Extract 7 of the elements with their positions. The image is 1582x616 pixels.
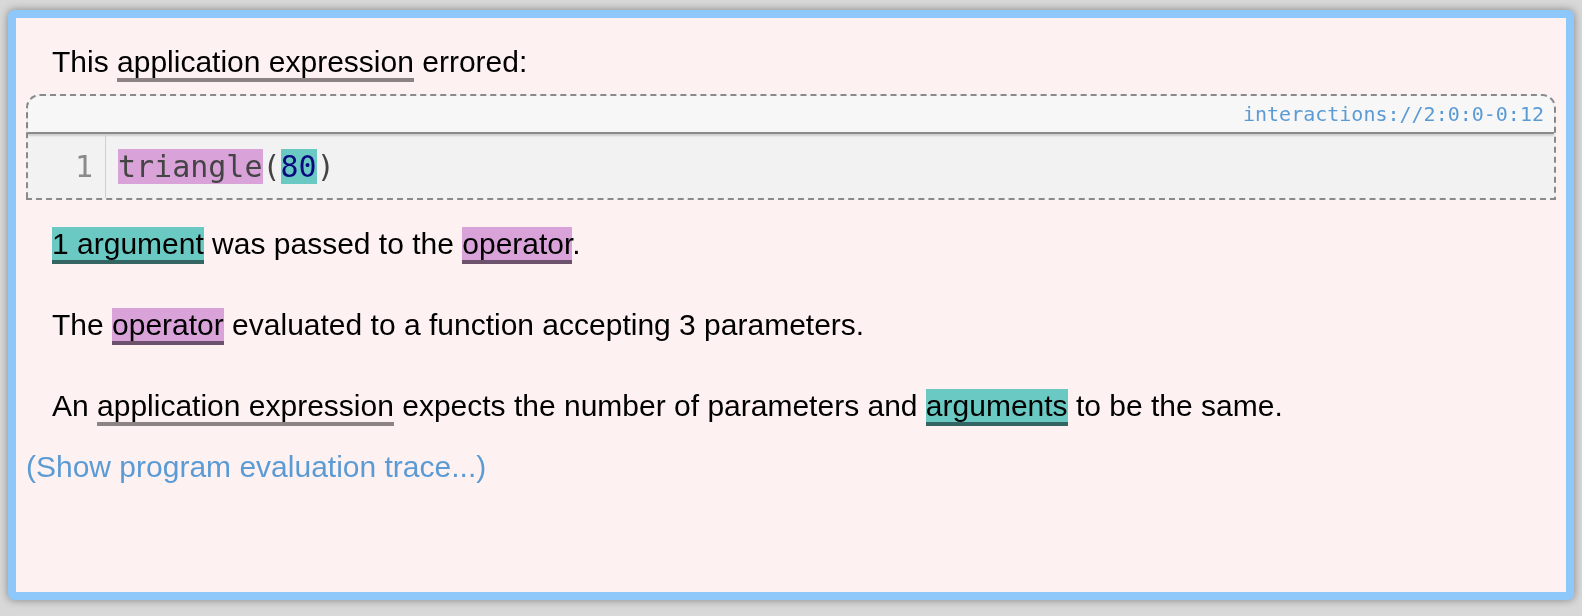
error-explanation: 1 argument was passed to the operator. — [52, 216, 1466, 271]
error-heading: This application expression errored: — [26, 42, 1556, 82]
error-explanation: An application expression expects the number of parameters and arguments to be the same. — [52, 378, 1466, 433]
trace-link[interactable]: (Show program evaluation trace...) — [26, 447, 487, 487]
line-number: 1 — [28, 134, 106, 198]
error-explanation: The operator evaluated to a function accepting 3 parameters. — [52, 297, 1466, 352]
source-location: interactions://2:0:0-0:12 — [1242, 101, 1544, 128]
